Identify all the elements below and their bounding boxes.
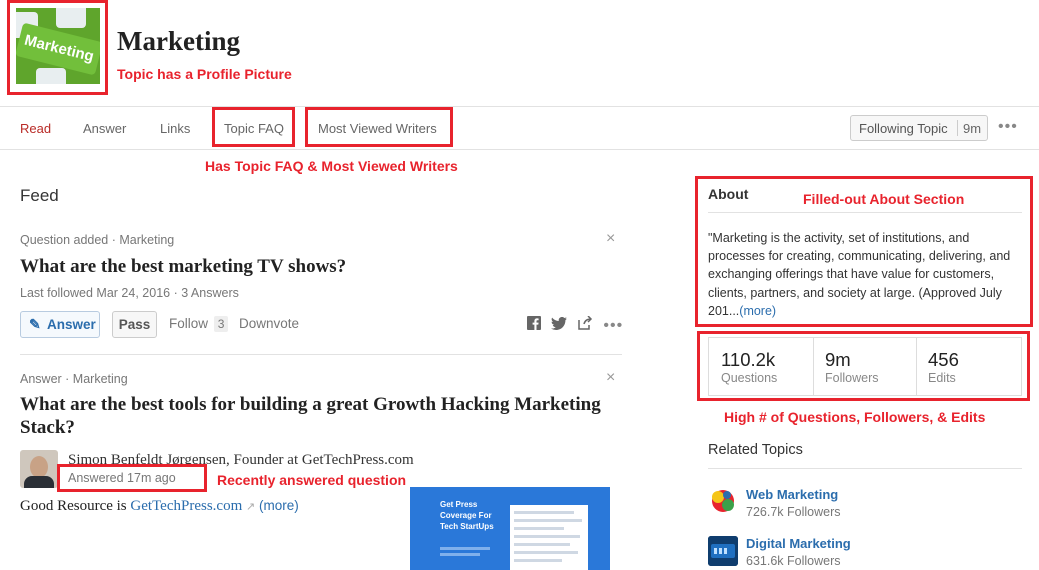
pass-button[interactable]: Pass: [112, 311, 157, 338]
annotation-box-profile-pic: [7, 0, 108, 95]
divider: [0, 106, 1039, 107]
follow-label: Follow: [169, 316, 209, 331]
question-meta: Last followed Mar 24, 2016 · 3 Answers: [20, 286, 239, 300]
avatar-body: [24, 476, 54, 488]
pencil-icon: ✎: [29, 316, 41, 332]
following-topic-label: Following Topic: [859, 121, 948, 136]
thumbnail-row: [514, 519, 582, 522]
tab-read[interactable]: Read: [20, 121, 51, 136]
twitter-icon[interactable]: [551, 316, 568, 335]
question-title[interactable]: What are the best marketing TV shows?: [20, 255, 610, 278]
annotation-stats: High # of Questions, Followers, & Edits: [724, 409, 986, 425]
divider: [708, 468, 1022, 469]
thumbnail-headline: Get Press Coverage For Tech StartUps: [440, 500, 494, 531]
annotation-box-stats: [697, 331, 1030, 401]
tab-links[interactable]: Links: [160, 121, 190, 136]
related-topic-followers: 726.7k Followers: [746, 505, 841, 519]
following-topic-button[interactable]: Following Topic 9m: [850, 115, 988, 141]
related-topics-heading: Related Topics: [708, 442, 803, 458]
tab-answer[interactable]: Answer: [83, 121, 126, 136]
annotation-faq-writers: Has Topic FAQ & Most Viewed Writers: [205, 158, 458, 174]
external-link-icon: ↗: [246, 501, 256, 513]
annotation-profile-pic: Topic has a Profile Picture: [117, 66, 292, 82]
close-icon[interactable]: ×: [606, 230, 615, 248]
more-options-icon[interactable]: •••: [603, 317, 623, 335]
annotation-box-recent: [57, 464, 207, 492]
annotation-recent: Recently answered question: [217, 472, 407, 488]
thumbnail-decoration: [440, 547, 490, 550]
more-options-icon[interactable]: •••: [998, 118, 1018, 136]
thumbnail-decoration: [440, 553, 480, 556]
downvote-button[interactable]: Downvote: [239, 316, 299, 331]
facebook-icon[interactable]: [527, 316, 541, 335]
avatar-face: [30, 456, 48, 478]
answer-text: Good Resource is: [20, 498, 131, 514]
feed-heading: Feed: [20, 186, 59, 205]
avatar[interactable]: [20, 450, 58, 488]
follow-question-button[interactable]: Follow 3: [169, 316, 229, 332]
related-topic-followers: 631.6k Followers: [746, 554, 841, 568]
annotation-box-writers: [305, 107, 453, 147]
digital-marketing-topic-icon[interactable]: [708, 536, 738, 566]
thumbnail-row: [514, 527, 564, 530]
follow-count: 3: [213, 316, 229, 332]
close-icon[interactable]: ×: [606, 369, 615, 387]
web-marketing-topic-icon[interactable]: [708, 486, 738, 516]
answer-thumbnail[interactable]: Get Press Coverage For Tech StartUps: [410, 487, 610, 570]
question-title[interactable]: What are the best tools for building a g…: [20, 393, 610, 439]
annotation-box-faq: [212, 107, 295, 147]
thumbnail-row: [514, 559, 562, 562]
thumbnail-panel: [510, 505, 588, 570]
divider: [20, 354, 622, 355]
follower-count: 9m: [963, 121, 982, 136]
feed-item-kind: Answer · Marketing: [20, 372, 128, 386]
related-topic-name[interactable]: Web Marketing: [746, 487, 838, 502]
share-icon[interactable]: [578, 315, 593, 335]
thumbnail-row: [514, 535, 580, 538]
thumbnail-row: [514, 543, 570, 546]
answer-button[interactable]: ✎ Answer: [20, 311, 100, 338]
thumbnail-row: [514, 551, 578, 554]
thumbnail-row: [514, 511, 574, 514]
topic-title: Marketing: [117, 26, 240, 56]
share-icons: •••: [527, 315, 629, 335]
answer-link[interactable]: GetTechPress.com: [130, 498, 242, 514]
annotation-box-about: [695, 176, 1033, 327]
feed-item-kind: Question added · Marketing: [20, 233, 175, 247]
divider: [957, 120, 958, 136]
answer-button-label: Answer: [47, 317, 96, 332]
more-link[interactable]: (more): [259, 498, 299, 513]
answer-body: Good Resource is GetTechPress.com ↗ (mor…: [20, 498, 299, 515]
divider: [0, 149, 1039, 150]
related-topic-name[interactable]: Digital Marketing: [746, 536, 851, 551]
